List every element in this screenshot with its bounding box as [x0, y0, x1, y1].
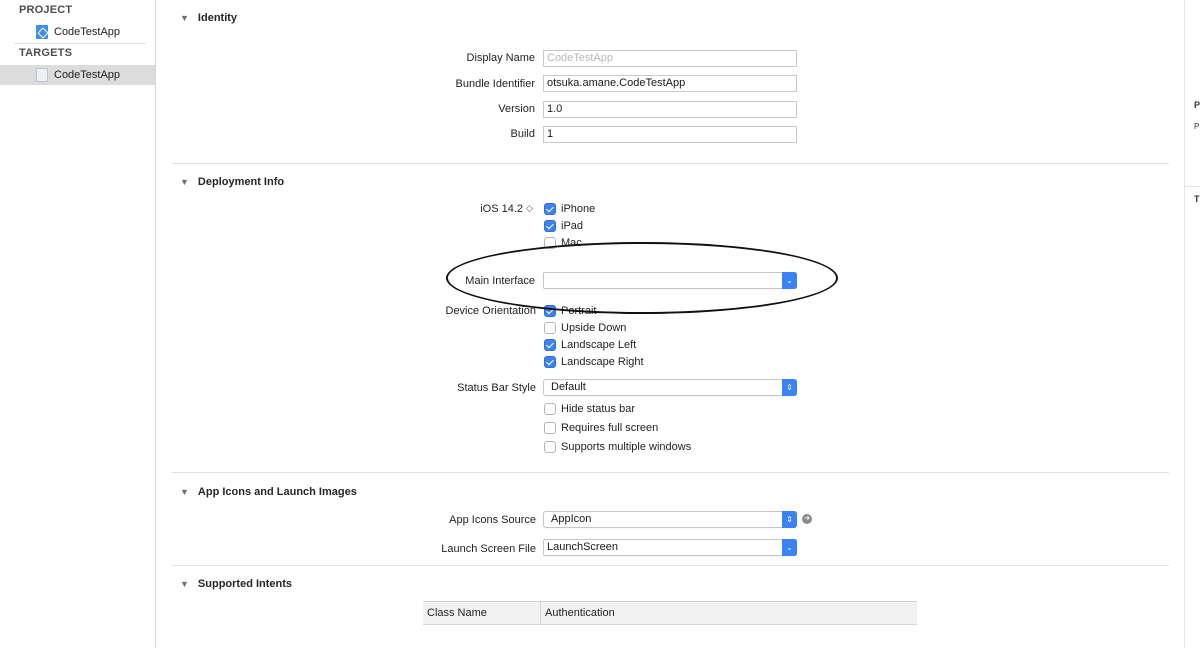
- section-title: Identity: [197, 12, 238, 24]
- status-bar-style-value: Default: [551, 381, 586, 393]
- sidebar-item-project[interactable]: CodeTestApp: [0, 22, 155, 42]
- checkbox-unchecked-icon[interactable]: [544, 322, 556, 334]
- checkbox-label: Landscape Left: [561, 339, 637, 351]
- inspector-label: P: [1194, 100, 1200, 110]
- checkbox-label: Upside Down: [561, 322, 627, 334]
- checkbox-label: Requires full screen: [561, 422, 659, 434]
- checkbox-label: Supports multiple windows: [561, 441, 692, 453]
- launch-screen-file-label: Launch Screen File: [441, 543, 536, 555]
- stepper-updown-icon[interactable]: ◇: [526, 203, 533, 214]
- checkbox-checked-icon[interactable]: [544, 356, 556, 368]
- go-to-asset-arrow-icon[interactable]: ➜: [802, 514, 812, 524]
- display-name-label: Display Name: [466, 52, 535, 64]
- inspector-panel-edge: P P T: [1184, 0, 1200, 648]
- checkbox-checked-icon[interactable]: [544, 339, 556, 351]
- updown-arrows-icon[interactable]: ⇕: [782, 511, 797, 528]
- annotation-ellipse: [446, 242, 838, 314]
- app-icons-section-header[interactable]: ▼ App Icons and Launch Images: [180, 486, 357, 498]
- updown-arrows-icon[interactable]: ⇕: [782, 379, 797, 396]
- option-checkbox-requires-full-screen[interactable]: Requires full screen: [544, 422, 658, 434]
- status-bar-style-label: Status Bar Style: [457, 382, 536, 394]
- section-title: Deployment Info: [197, 176, 285, 188]
- option-checkbox-hide-status-bar[interactable]: Hide status bar: [544, 403, 635, 415]
- project-section-header: PROJECT: [19, 4, 73, 16]
- sidebar-item-target[interactable]: CodeTestApp: [0, 65, 155, 85]
- section-title: App Icons and Launch Images: [197, 486, 357, 498]
- build-field[interactable]: 1: [543, 126, 797, 143]
- app-target-icon: [36, 68, 48, 82]
- status-bar-style-popup[interactable]: Default ⇕: [543, 379, 797, 396]
- xcode-project-icon: [36, 25, 48, 39]
- orientation-checkbox-upside-down[interactable]: Upside Down: [544, 322, 626, 334]
- checkbox-label: iPhone: [561, 203, 596, 215]
- section-divider: [172, 565, 1169, 566]
- checkbox-checked-icon[interactable]: [544, 220, 556, 232]
- checkbox-label: Hide status bar: [561, 403, 635, 415]
- disclosure-triangle-icon[interactable]: ▼: [180, 177, 189, 187]
- launch-screen-file-value: LaunchScreen: [547, 541, 618, 553]
- option-checkbox-multiple-windows[interactable]: Supports multiple windows: [544, 441, 691, 453]
- app-icons-source-popup[interactable]: AppIcon ⇕: [543, 511, 797, 528]
- targets-section-header: TARGETS: [19, 47, 73, 59]
- inspector-label: P: [1194, 122, 1200, 131]
- app-icons-source-label: App Icons Source: [449, 514, 536, 526]
- section-divider: [172, 472, 1169, 473]
- checkbox-unchecked-icon[interactable]: [544, 422, 556, 434]
- column-header-class-name[interactable]: Class Name: [423, 602, 541, 624]
- app-icons-source-value: AppIcon: [551, 513, 592, 525]
- ios-deployment-target-popup[interactable]: iOS 14.2: [323, 203, 523, 215]
- disclosure-triangle-icon[interactable]: ▼: [180, 13, 189, 23]
- device-checkbox-iphone[interactable]: iPhone: [544, 203, 595, 215]
- ios-version-label: iOS 14.2: [480, 203, 523, 215]
- chevron-down-icon[interactable]: ⌄: [782, 539, 797, 556]
- section-title: Supported Intents: [197, 578, 293, 590]
- section-divider: [172, 163, 1169, 164]
- supported-intents-table-header: Class Name Authentication: [423, 601, 917, 625]
- disclosure-triangle-icon[interactable]: ▼: [180, 579, 189, 589]
- inspector-divider: [1185, 186, 1200, 187]
- device-orientation-label: Device Orientation: [445, 305, 537, 317]
- orientation-checkbox-landscape-right[interactable]: Landscape Right: [544, 356, 644, 368]
- bundle-identifier-field[interactable]: otsuka.amane.CodeTestApp: [543, 75, 797, 92]
- device-checkbox-ipad[interactable]: iPad: [544, 220, 583, 232]
- sidebar-divider: [14, 43, 146, 44]
- disclosure-triangle-icon[interactable]: ▼: [180, 487, 189, 497]
- bundle-identifier-label: Bundle Identifier: [455, 78, 536, 90]
- column-header-authentication[interactable]: Authentication: [541, 602, 615, 624]
- checkbox-unchecked-icon[interactable]: [544, 441, 556, 453]
- checkbox-label: iPad: [561, 220, 584, 232]
- version-label: Version: [498, 103, 535, 115]
- supported-intents-section-header[interactable]: ▼ Supported Intents: [180, 578, 292, 590]
- sidebar-item-label: CodeTestApp: [54, 26, 121, 38]
- project-navigator-sidebar: PROJECT CodeTestApp TARGETS CodeTestApp: [0, 0, 156, 648]
- build-label: Build: [510, 128, 535, 140]
- identity-section-header[interactable]: ▼ Identity: [180, 12, 237, 24]
- version-field[interactable]: 1.0: [543, 101, 797, 118]
- checkbox-unchecked-icon[interactable]: [544, 403, 556, 415]
- inspector-label: T: [1194, 194, 1200, 204]
- checkbox-label: Landscape Right: [561, 356, 644, 368]
- sidebar-item-label: CodeTestApp: [54, 69, 121, 81]
- checkbox-checked-icon[interactable]: [544, 203, 556, 215]
- display-name-field[interactable]: CodeTestApp: [543, 50, 797, 67]
- launch-screen-file-combobox[interactable]: LaunchScreen ⌄: [543, 539, 797, 556]
- deployment-info-section-header[interactable]: ▼ Deployment Info: [180, 176, 284, 188]
- orientation-checkbox-landscape-left[interactable]: Landscape Left: [544, 339, 636, 351]
